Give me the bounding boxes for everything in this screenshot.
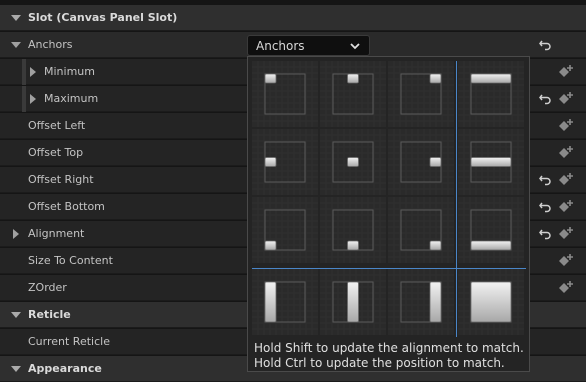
collapse-arrow-icon[interactable] [11,15,21,21]
add-keyframe-icon[interactable] [558,226,574,242]
expand-arrow-icon[interactable] [30,94,36,104]
indent-bar [22,86,26,112]
chevron-down-icon [350,43,360,50]
add-keyframe-icon[interactable] [558,64,574,80]
reset-arrow-icon[interactable] [538,226,552,240]
add-keyframe-icon[interactable] [558,145,574,161]
section-slot[interactable]: Slot (Canvas Panel Slot) [0,5,586,31]
reset-arrow-icon[interactable] [538,37,552,51]
guide-line-horizontal [252,268,526,269]
reset-arrow-icon[interactable] [538,91,552,105]
section-title: Reticle [28,308,71,321]
hint-ctrl: Hold Ctrl to update the position to matc… [254,356,505,370]
expand-arrow-icon[interactable] [13,229,19,239]
anchor-preset-center-stretch[interactable] [458,129,524,195]
guide-line-vertical [456,61,457,337]
anchor-preset-bottom-right[interactable] [388,197,454,263]
prop-label: Minimum [44,65,95,78]
add-keyframe-icon[interactable] [558,118,574,134]
anchor-preset-stretch-full[interactable] [458,269,524,335]
anchor-preset-center-left[interactable] [252,129,318,195]
prop-label: Alignment [28,227,85,240]
reset-arrow-icon[interactable] [538,172,552,186]
anchor-preset-center[interactable] [320,129,386,195]
expand-arrow-icon[interactable] [30,67,36,77]
expand-arrow-icon[interactable] [11,42,21,48]
add-keyframe-icon[interactable] [558,91,574,107]
collapse-arrow-icon[interactable] [11,312,21,318]
add-keyframe-icon[interactable] [558,199,574,215]
anchor-preset-top-stretch[interactable] [458,61,524,127]
anchors-dropdown[interactable]: Anchors [247,35,370,56]
prop-label: Offset Top [28,146,84,159]
prop-label: ZOrder [28,281,67,294]
reset-arrow-icon[interactable] [538,199,552,213]
prop-label: Current Reticle [28,335,110,348]
section-title: Slot (Canvas Panel Slot) [28,11,178,24]
anchor-preset-top-right[interactable] [388,61,454,127]
prop-label: Size To Content [28,254,113,267]
add-keyframe-icon[interactable] [558,253,574,269]
anchor-presets-popup: Hold Shift to update the alignment to ma… [247,56,530,372]
prop-label: Offset Left [28,119,86,132]
indent-bar [22,59,26,85]
anchor-preset-stretch-left[interactable] [252,269,318,335]
prop-label: Offset Right [28,173,94,186]
collapse-arrow-icon[interactable] [11,366,21,372]
anchor-preset-center-right[interactable] [388,129,454,195]
anchor-preset-bottom-stretch[interactable] [458,197,524,263]
anchor-preset-top-center[interactable] [320,61,386,127]
hint-shift: Hold Shift to update the alignment to ma… [254,341,524,355]
section-title: Appearance [28,362,102,375]
anchor-preset-bottom-left[interactable] [252,197,318,263]
anchor-preset-top-left[interactable] [252,61,318,127]
prop-label: Maximum [44,92,99,105]
add-keyframe-icon[interactable] [558,172,574,188]
dropdown-label: Anchors [256,39,305,53]
anchor-preset-stretch-right[interactable] [388,269,454,335]
anchor-preset-stretch-center[interactable] [320,269,386,335]
add-keyframe-icon[interactable] [558,280,574,296]
prop-label: Anchors [28,38,73,51]
anchor-preset-bottom-center[interactable] [320,197,386,263]
prop-label: Offset Bottom [28,200,105,213]
